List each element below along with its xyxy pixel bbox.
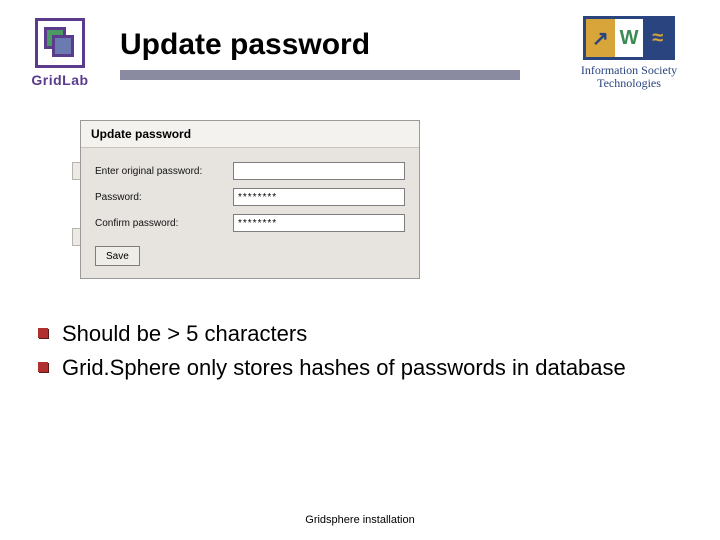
panel-body: Enter original password: Password: Confi… xyxy=(81,148,419,278)
confirm-password-input[interactable] xyxy=(233,214,405,232)
gridlab-logo-icon xyxy=(35,18,85,68)
original-password-input[interactable] xyxy=(233,162,405,180)
original-password-row: Enter original password: xyxy=(95,162,405,180)
update-password-panel: Update password Enter original password:… xyxy=(80,120,420,279)
panel-stub xyxy=(72,162,80,180)
confirm-password-label: Confirm password: xyxy=(95,218,233,229)
original-password-label: Enter original password: xyxy=(95,166,233,177)
panel-stub xyxy=(72,228,80,246)
ist-logo: ↗ W ≈ Information Society Technologies xyxy=(564,16,694,90)
ist-logo-icon: ↗ W ≈ xyxy=(583,16,675,60)
password-input[interactable] xyxy=(233,188,405,206)
slide-footer: Gridsphere installation xyxy=(0,514,720,526)
gridlab-logo-label: GridLab xyxy=(24,72,96,88)
password-row: Password: xyxy=(95,188,405,206)
gridlab-logo: GridLab xyxy=(24,18,96,88)
page-title: Update password xyxy=(120,28,370,62)
panel-title: Update password xyxy=(81,121,419,148)
password-label: Password: xyxy=(95,192,233,203)
slide-header: GridLab Update password ↗ W ≈ Informatio… xyxy=(0,0,720,110)
bullet-item: Should be > 5 characters xyxy=(38,319,700,349)
bullet-item: Grid.Sphere only stores hashes of passwo… xyxy=(38,353,700,383)
ist-logo-label-2: Technologies xyxy=(564,77,694,90)
title-rule xyxy=(120,70,520,80)
bullet-list: Should be > 5 characters Grid.Sphere onl… xyxy=(38,319,700,382)
confirm-password-row: Confirm password: xyxy=(95,214,405,232)
save-button[interactable]: Save xyxy=(95,246,140,266)
